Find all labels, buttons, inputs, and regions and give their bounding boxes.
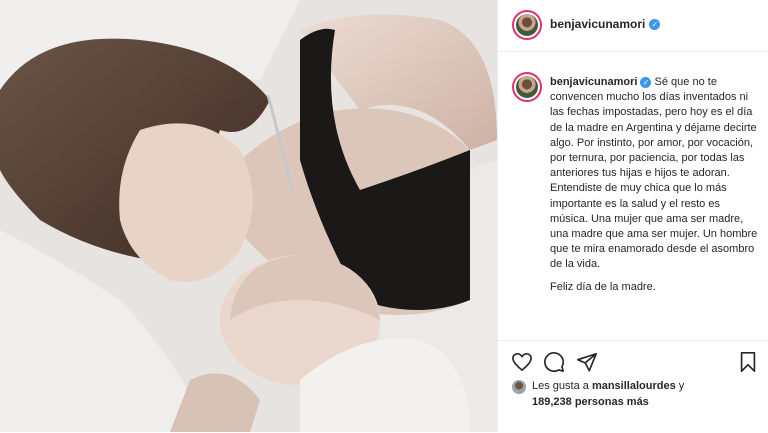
caption-paragraph-1: benjavicunamori ✓ Sé que no te convencen…: [550, 75, 758, 273]
photo-illustration: [0, 0, 497, 432]
likes-text: Les gusta a mansillalourdes y 189,238 pe…: [532, 378, 684, 410]
instagram-post: benjavicunamori ✓ benjavicunamori ✓ Sé q…: [0, 0, 768, 432]
verified-badge-icon: ✓: [649, 18, 661, 30]
post-sidebar: benjavicunamori ✓ benjavicunamori ✓ Sé q…: [497, 0, 768, 432]
caption-username[interactable]: benjavicunamori: [550, 76, 637, 88]
author-avatar[interactable]: [512, 10, 542, 40]
liker-avatar[interactable]: [512, 380, 526, 394]
liker-username[interactable]: mansillalourdes: [592, 380, 676, 392]
verified-badge-icon: ✓: [640, 77, 652, 88]
likes-prefix: Les gusta a: [532, 380, 589, 392]
caption-paragraph-2: Feliz día de la madre.: [550, 280, 656, 293]
share-icon[interactable]: [576, 351, 598, 373]
likes-count[interactable]: 189,238 personas más: [532, 396, 649, 408]
post-photo[interactable]: [0, 0, 497, 432]
caption-avatar[interactable]: [512, 72, 542, 102]
post-header: benjavicunamori ✓: [498, 0, 768, 52]
caption-body: Sé que no te convencen mucho los días in…: [550, 76, 758, 271]
caption-text: benjavicunamori ✓ Sé que no te convencen…: [550, 75, 758, 302]
comment-icon[interactable]: [543, 351, 565, 373]
author-username[interactable]: benjavicunamori: [550, 17, 645, 31]
bookmark-icon[interactable]: [738, 351, 758, 373]
post-actions: Les gusta a mansillalourdes y 189,238 pe…: [498, 340, 768, 433]
likes-row: Les gusta a mansillalourdes y 189,238 pe…: [512, 378, 684, 410]
likes-connector: y: [678, 380, 685, 392]
author-name-row: benjavicunamori ✓: [550, 17, 661, 31]
heart-icon[interactable]: [511, 352, 533, 372]
